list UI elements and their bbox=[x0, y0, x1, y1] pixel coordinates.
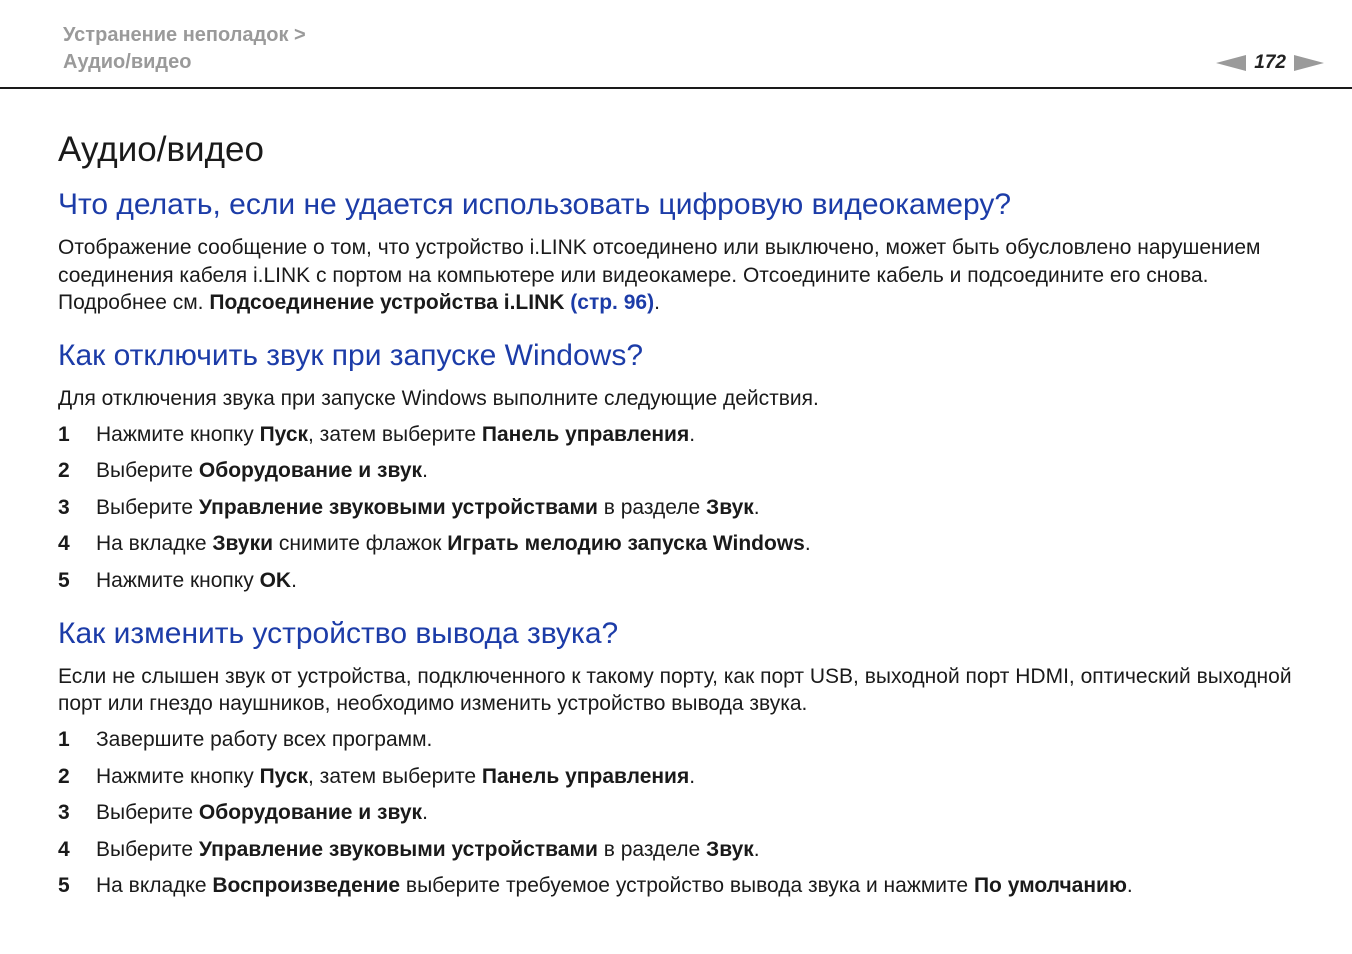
list-item: 2 Нажмите кнопку Пуск, затем выберите Пан… bbox=[58, 763, 1318, 791]
step-bold: Панель управления bbox=[481, 422, 690, 446]
step-number: 1 bbox=[58, 728, 70, 751]
paragraph-end: . bbox=[654, 291, 660, 314]
step-bold: Звук bbox=[706, 837, 754, 861]
list-item: 2 Выберите Оборудование и звук. bbox=[58, 457, 1318, 485]
step-bold: Звуки bbox=[212, 532, 274, 555]
section-heading: Как отключить звук при запуске Windows? bbox=[58, 338, 644, 372]
step-number: 1 bbox=[58, 422, 70, 446]
step-bold: Управление звуковыми устройствами bbox=[198, 495, 598, 519]
step-number: 4 bbox=[58, 532, 70, 555]
step-text: . bbox=[422, 459, 428, 482]
step-bold: Управление звуковыми устройствами bbox=[198, 837, 598, 861]
section-camcorder: Что делать, если не удается использовать… bbox=[58, 186, 1318, 317]
list-item: 3 Выберите Управление звуковыми устройств… bbox=[58, 494, 1318, 522]
step-bold: Играть мелодию запуска Windows bbox=[447, 532, 805, 555]
step-number: 4 bbox=[58, 837, 70, 861]
header-divider bbox=[0, 87, 1352, 89]
step-text: в разделе bbox=[597, 837, 707, 861]
step-text: На вкладке bbox=[96, 874, 213, 897]
step-text: . bbox=[689, 422, 696, 446]
step-text: выберите требуемое устройство вывода зву… bbox=[400, 874, 974, 897]
step-text: Выберите bbox=[96, 837, 199, 861]
step-number: 5 bbox=[58, 874, 70, 897]
step-text: снимите флажок bbox=[273, 532, 448, 555]
step-text: . bbox=[753, 495, 760, 519]
step-number: 5 bbox=[58, 568, 70, 592]
step-text: , затем выберите bbox=[308, 764, 482, 788]
step-bold: Панель управления bbox=[481, 764, 690, 788]
page-reference-link[interactable]: (стр. 96) bbox=[570, 291, 654, 314]
list-item: 5 На вкладке Воспроизведение выберите тре… bbox=[58, 872, 1318, 900]
step-text: Нажмите кнопку bbox=[96, 764, 260, 788]
section-startup-sound: Как отключить звук при запуске Windows? … bbox=[58, 337, 1318, 595]
step-text: Выберите bbox=[96, 801, 199, 824]
page-header: Устранение неполадок > Аудио/видео 172 bbox=[0, 0, 1352, 90]
step-bold: Пуск bbox=[259, 764, 309, 788]
step-text: . bbox=[291, 568, 297, 592]
list-item: 1 Нажмите кнопку Пуск, затем выберите Пан… bbox=[58, 421, 1318, 449]
step-number: 3 bbox=[58, 495, 70, 519]
section-paragraph: Отображение сообщение о том, что устройс… bbox=[58, 234, 1318, 317]
previous-page-arrow-icon[interactable] bbox=[1216, 55, 1247, 71]
step-number: 3 bbox=[58, 801, 70, 824]
list-item: 5 Нажмите кнопку OK. bbox=[58, 567, 1318, 595]
step-text: , затем выберите bbox=[308, 422, 482, 446]
section-heading: Как изменить устройство вывода звука? bbox=[58, 616, 619, 650]
section-heading: Что делать, если не удается использовать… bbox=[58, 188, 1011, 221]
step-text: . bbox=[804, 532, 811, 555]
step-text: Нажмите кнопку bbox=[96, 568, 260, 592]
step-bold: Звук bbox=[706, 495, 754, 519]
list-item: 4 На вкладке Звуки снимите флажок Играть … bbox=[58, 530, 1318, 558]
step-text: Нажмите кнопку bbox=[96, 422, 260, 446]
cross-reference-title: Подсоединение устройства i.LINK bbox=[209, 291, 565, 314]
main-content: Аудио/видео Что делать, если не удается … bbox=[58, 128, 1318, 920]
step-text: в разделе bbox=[597, 495, 707, 519]
section-audio-output: Как изменить устройство вывода звука? Ес… bbox=[58, 615, 1318, 901]
step-text: . bbox=[689, 764, 696, 788]
breadcrumb-current: Аудио/видео bbox=[63, 51, 192, 73]
breadcrumb: Устранение неполадок > Аудио/видео bbox=[63, 22, 306, 76]
list-item: 4 Выберите Управление звуковыми устройств… bbox=[58, 836, 1318, 864]
step-text: . bbox=[422, 801, 428, 824]
page-title: Аудио/видео bbox=[58, 130, 264, 169]
step-text: . bbox=[1126, 874, 1133, 897]
step-text: Завершите работу всех программ. bbox=[96, 728, 433, 751]
step-bold: Воспроизведение bbox=[212, 874, 401, 897]
step-number: 2 bbox=[58, 459, 70, 482]
step-bold: По умолчанию bbox=[973, 874, 1127, 897]
step-bold: OK bbox=[259, 568, 292, 592]
breadcrumb-parent[interactable]: Устранение неполадок > bbox=[63, 22, 306, 49]
list-item: 1 Завершите работу всех программ. bbox=[58, 726, 1318, 754]
step-text: Выберите bbox=[96, 459, 199, 482]
step-text: На вкладке bbox=[96, 532, 213, 555]
next-page-arrow-icon[interactable] bbox=[1294, 55, 1324, 71]
page-number: 172 bbox=[1254, 52, 1286, 73]
steps-list: 1 Нажмите кнопку Пуск, затем выберите Пан… bbox=[58, 421, 1318, 595]
step-bold: Пуск bbox=[259, 422, 309, 446]
page-navigator: 172 bbox=[1216, 52, 1324, 74]
step-text: Выберите bbox=[96, 495, 199, 519]
step-bold: Оборудование и звук bbox=[198, 801, 423, 824]
step-number: 2 bbox=[58, 764, 70, 788]
list-item: 3 Выберите Оборудование и звук. bbox=[58, 799, 1318, 827]
section-intro: Если не слышен звук от устройства, подкл… bbox=[58, 664, 1292, 716]
step-text: . bbox=[753, 837, 760, 861]
step-bold: Оборудование и звук bbox=[198, 459, 423, 482]
section-intro: Для отключения звука при запуске Windows… bbox=[58, 386, 819, 410]
steps-list: 1 Завершите работу всех программ. 2 Нажмит… bbox=[58, 726, 1318, 900]
